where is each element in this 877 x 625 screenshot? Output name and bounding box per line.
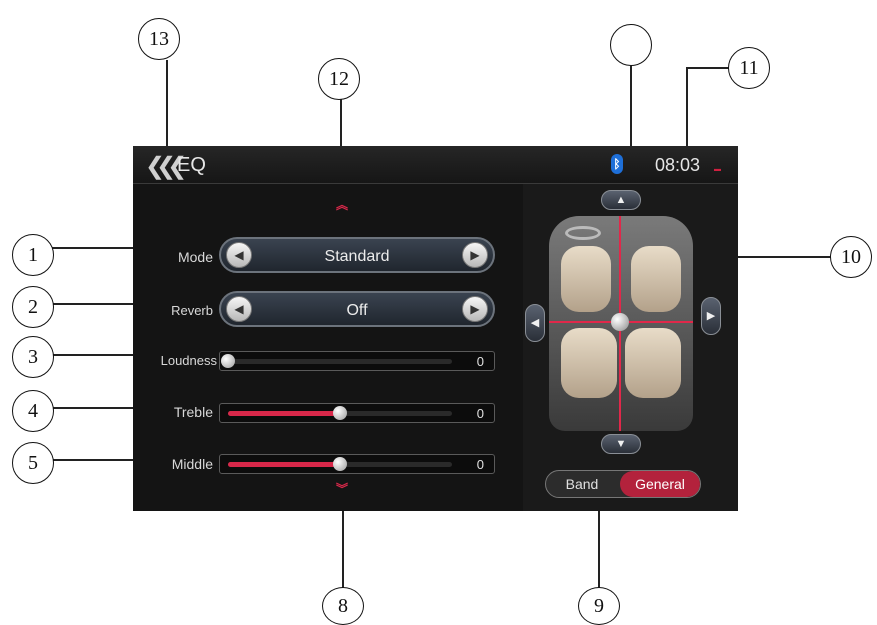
balance-fader-panel: ▲ ◀ ▶ ▼ Band General xyxy=(523,184,738,511)
scroll-up-chevron-icon[interactable]: ︽ xyxy=(336,196,348,213)
mode-prev-button[interactable]: ◀ xyxy=(226,242,252,268)
middle-knob[interactable] xyxy=(333,457,347,471)
callout-line-8 xyxy=(342,497,344,597)
callout-2: 2 xyxy=(12,286,54,328)
treble-track xyxy=(228,406,452,420)
callout-11: 11 xyxy=(728,47,770,89)
callout-3: 3 xyxy=(12,336,54,378)
mode-next-button[interactable]: ▶ xyxy=(462,242,488,268)
clock: 08:03 xyxy=(655,155,701,175)
callout-13: 13 xyxy=(138,18,180,60)
eq-screen: ❮❮❮ EQ ᛒ 08:03 ▬ ︽ Mode ◀ Standard ▶ Rev… xyxy=(133,146,738,511)
callout-line-blank xyxy=(630,66,632,154)
front-left-seat xyxy=(561,246,611,312)
clock-suffix-icon: ▬ xyxy=(714,166,721,173)
loudness-knob[interactable] xyxy=(221,354,235,368)
callout-9: 9 xyxy=(578,587,620,625)
steering-wheel xyxy=(565,226,601,240)
right-arrow-icon[interactable]: ▶ xyxy=(701,297,721,335)
car-interior-image[interactable] xyxy=(549,216,693,431)
callout-8: 8 xyxy=(322,587,364,625)
callout-line-11b xyxy=(686,67,688,157)
reverb-next-button[interactable]: ▶ xyxy=(462,296,488,322)
back-double-chevron-icon[interactable]: ❮❮❮ xyxy=(145,152,187,181)
callout-5: 5 xyxy=(12,442,54,484)
band-general-toggle: Band General xyxy=(545,470,701,498)
middle-slider[interactable]: 0 xyxy=(219,454,495,474)
down-arrow-icon[interactable]: ▼ xyxy=(601,434,641,454)
up-arrow-icon[interactable]: ▲ xyxy=(601,190,641,210)
treble-value: 0 xyxy=(476,406,484,421)
treble-label: Treble xyxy=(173,404,213,420)
rear-right-seat xyxy=(625,328,681,398)
top-bar: ❮❮❮ EQ ᛒ 08:03 ▬ xyxy=(133,146,738,184)
callout-10: 10 xyxy=(830,236,872,278)
middle-label: Middle xyxy=(171,456,213,472)
scroll-down-chevron-icon[interactable]: ︾ xyxy=(336,480,348,497)
middle-fill xyxy=(228,462,340,467)
rear-left-seat xyxy=(561,328,617,398)
callout-line-13 xyxy=(166,60,168,148)
callout-line-9 xyxy=(598,497,600,597)
reverb-value: Off xyxy=(346,302,368,319)
mode-selector: ◀ Standard ▶ xyxy=(219,237,495,273)
loudness-slider[interactable]: 0 xyxy=(219,351,495,371)
loudness-value: 0 xyxy=(476,354,484,369)
callout-line-11a xyxy=(686,67,730,69)
page-title: EQ xyxy=(177,154,206,176)
reverb-selector: ◀ Off ▶ xyxy=(219,291,495,327)
callout-4: 4 xyxy=(12,390,54,432)
front-right-seat xyxy=(631,246,681,312)
middle-value: 0 xyxy=(476,457,484,472)
left-arrow-icon[interactable]: ◀ xyxy=(525,304,545,342)
loudness-track xyxy=(221,354,452,368)
callout-12: 12 xyxy=(318,58,360,100)
mode-value: Standard xyxy=(324,248,390,265)
callout-1: 1 xyxy=(12,234,54,276)
treble-slider[interactable]: 0 xyxy=(219,403,495,423)
middle-track xyxy=(228,457,452,471)
loudness-label: Loudness xyxy=(160,353,217,368)
reverb-prev-button[interactable]: ◀ xyxy=(226,296,252,322)
callout-blank xyxy=(610,24,652,66)
mode-label: Mode xyxy=(177,249,213,265)
bluetooth-icon: ᛒ xyxy=(611,154,623,174)
treble-knob[interactable] xyxy=(333,406,347,420)
balance-point-knob[interactable] xyxy=(611,313,629,331)
treble-fill xyxy=(228,411,340,416)
reverb-label: Reverb xyxy=(171,303,213,318)
general-button[interactable]: General xyxy=(620,471,700,497)
band-button[interactable]: Band xyxy=(546,471,618,497)
